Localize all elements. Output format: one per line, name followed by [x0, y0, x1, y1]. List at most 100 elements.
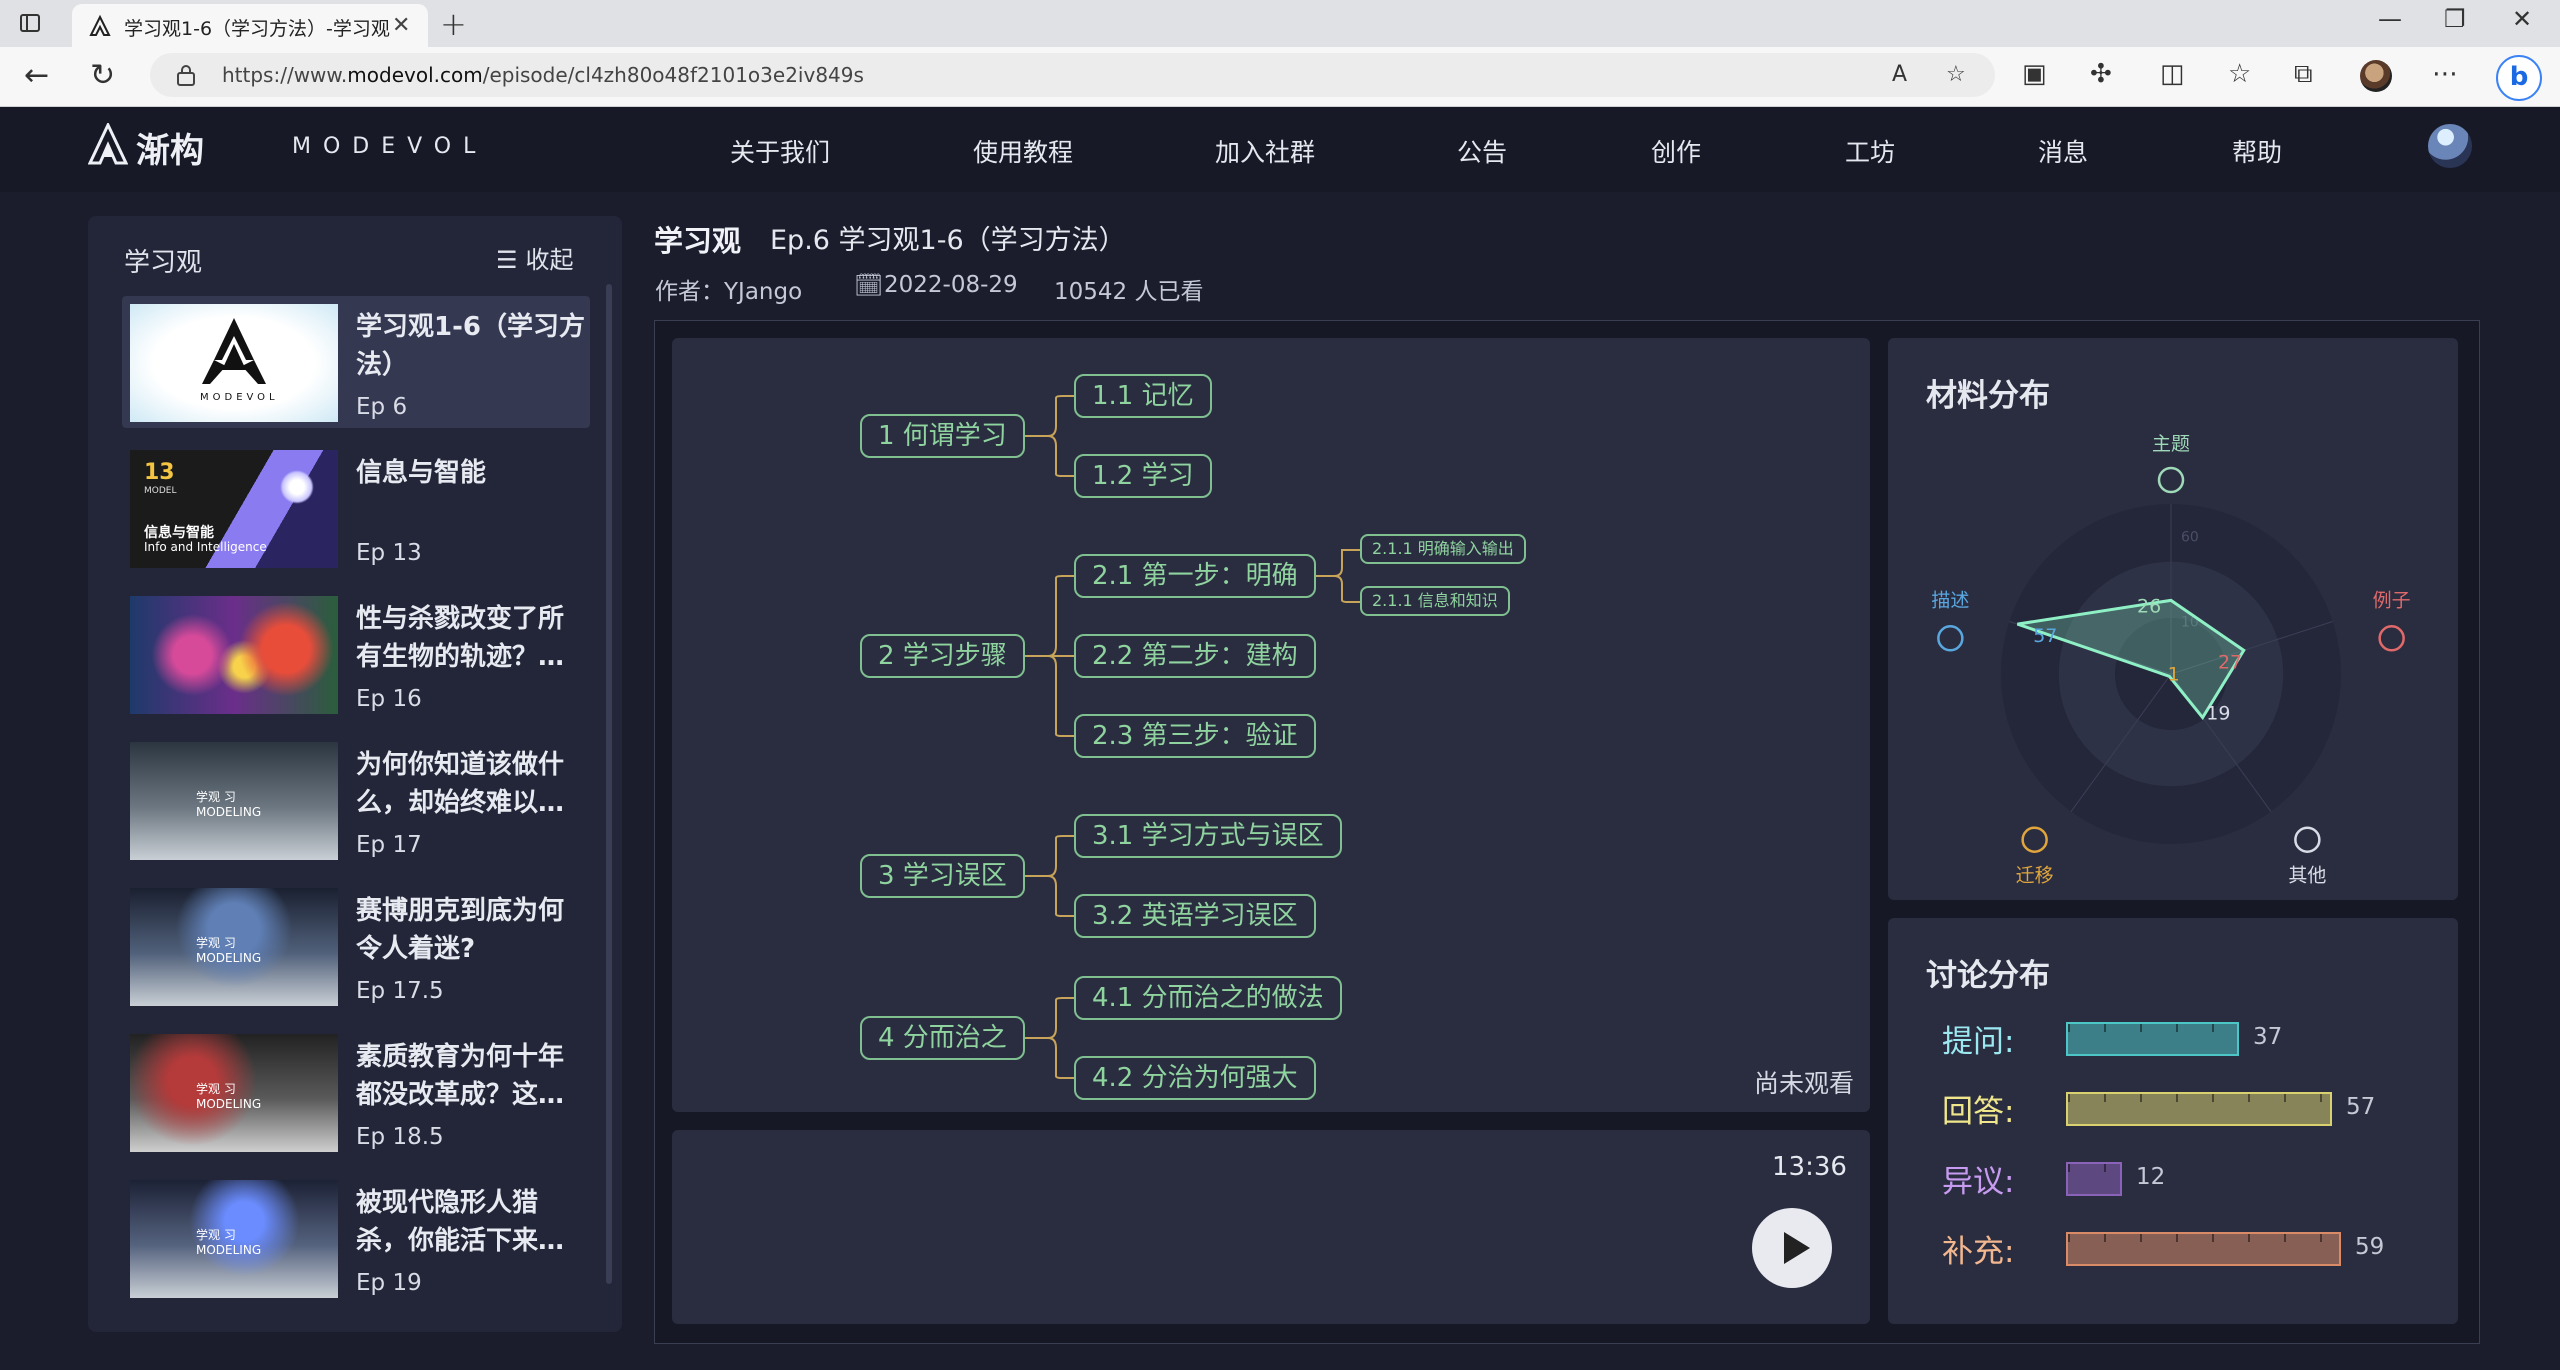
browser-profile-avatar[interactable] [2360, 60, 2392, 92]
radar-ring-label: 60 [2181, 529, 2199, 545]
episode-item-13[interactable]: 13 MODEL 信息与智能 Info and Intelligence 信息与… [122, 442, 590, 574]
mindmap-node-3[interactable]: 3 学习误区 [860, 854, 1025, 898]
transfer-icon [2021, 826, 2048, 853]
nav-workshop[interactable]: 工坊 [1845, 133, 1895, 169]
nav-tutorial[interactable]: 使用教程 [973, 133, 1073, 169]
episode-author: 作者：YJango [655, 279, 803, 305]
radar-axis-label: 其他 [2288, 865, 2326, 887]
episode-thumbnail [130, 596, 338, 714]
page-title: Ep.6 学习观1-6（学习方法） [770, 225, 1126, 256]
bing-copilot-icon[interactable]: b [2496, 55, 2542, 101]
new-tab-icon[interactable]: + [440, 5, 467, 43]
episode-item-18-5[interactable]: 学观 习MODELING 素质教育为何十年都没改革成？这… Ep 18.5 [122, 1026, 590, 1158]
user-avatar[interactable] [2428, 124, 2472, 168]
discussion-value: 12 [2136, 1164, 2166, 1190]
play-button[interactable] [1752, 1208, 1832, 1288]
discussion-label: 异议: [1942, 1164, 2015, 1200]
nav-community[interactable]: 加入社群 [1215, 133, 1315, 169]
lock-icon[interactable] [176, 63, 196, 87]
mindmap-node-2-3[interactable]: 2.3 第三步：验证 [1074, 714, 1316, 758]
episode-number: Ep 13 [356, 540, 422, 566]
blocks-icon [2378, 625, 2405, 652]
episode-number: Ep 17 [356, 832, 422, 858]
discussion-bar [2066, 1162, 2122, 1196]
episode-item-17[interactable]: 学观 习MODELING 为何你知道该做什么，却始终难以… Ep 17 [122, 734, 590, 866]
discussion-value: 59 [2355, 1234, 2385, 1260]
close-tab-icon[interactable]: ✕ [392, 13, 410, 38]
discussion-value: 37 [2253, 1024, 2283, 1050]
read-aloud-icon[interactable]: A [1892, 62, 1907, 87]
logo-cn-text[interactable]: 渐构 [136, 123, 204, 172]
nav-announcement[interactable]: 公告 [1457, 133, 1507, 169]
nav-help[interactable]: 帮助 [2232, 133, 2282, 169]
thumbnail-cn-title: 信息与智能 [144, 525, 214, 541]
tab-actions-icon[interactable] [18, 11, 42, 35]
mindmap-node-3-1[interactable]: 3.1 学习方式与误区 [1074, 814, 1342, 858]
mindmap-node-2-2[interactable]: 2.2 第二步：建构 [1074, 634, 1316, 678]
episode-item-6[interactable]: MODEVOL 学习观1-6（学习方法） Ep 6 [122, 296, 590, 428]
mindmap-node-1-2[interactable]: 1.2 学习 [1074, 454, 1212, 498]
mindmap-node-1-1[interactable]: 1.1 记忆 [1074, 374, 1212, 418]
mindmap-node-2-1-1a[interactable]: 2.1.1 明确输入输出 [1360, 534, 1526, 564]
video-duration: 13:36 [1772, 1152, 1847, 1182]
more-menu-icon[interactable]: ⋯ [2432, 59, 2458, 89]
thumbnail-number: 13 [144, 460, 175, 485]
url-field[interactable]: https://www.modevol.com/episode/cl4zh80o… [150, 53, 1995, 97]
site-favicon-icon [89, 14, 111, 36]
episode-item-16[interactable]: 性与杀戮改变了所有生物的轨迹？… Ep 16 [122, 588, 590, 720]
episode-number: Ep 19 [356, 1270, 422, 1296]
site-header: 渐构 MODEVOL 关于我们 使用教程 加入社群 公告 创作 工坊 消息 帮助 [0, 107, 2560, 192]
refresh-icon[interactable]: ↻ [90, 58, 115, 93]
puzzle-icon[interactable]: ✣ [2090, 59, 2112, 89]
radar-value-label: 27 [2218, 651, 2242, 673]
mindmap-node-2-1[interactable]: 2.1 第一步：明确 [1074, 554, 1316, 598]
tab-title: 学习观1-6（学习方法）-学习观 [124, 18, 390, 40]
mindmap-node-2-1-1b[interactable]: 2.1.1 信息和知识 [1360, 586, 1510, 616]
episode-thumbnail: 13 MODEL 信息与智能 Info and Intelligence [130, 450, 338, 568]
collections-icon[interactable]: ⧉ [2294, 59, 2313, 90]
discussion-label: 回答: [1942, 1094, 2015, 1130]
tag-icon [2157, 466, 2185, 494]
back-icon[interactable]: ← [24, 58, 49, 93]
episode-title: 素质教育为何十年都没改革成？这… [356, 1042, 565, 1110]
episode-thumbnail: 学观 习MODELING [130, 742, 338, 860]
split-screen-icon[interactable]: ◫ [2160, 59, 2185, 89]
logo-en-text[interactable]: MODEVOL [292, 134, 487, 159]
nav-about[interactable]: 关于我们 [730, 133, 830, 169]
thumbnail-series-text: 学观 习MODELING [196, 790, 262, 819]
radar-axis-label: 主题 [2152, 433, 2190, 455]
episode-thumbnail: MODEVOL [130, 304, 338, 422]
nav-messages[interactable]: 消息 [2038, 133, 2088, 169]
episode-number: Ep 17.5 [356, 978, 444, 1004]
radar-value-label: 19 [2206, 703, 2230, 725]
episode-number: Ep 6 [356, 394, 408, 420]
close-window-icon[interactable]: ✕ [2512, 5, 2532, 33]
episode-item-19[interactable]: 学观 习MODELING 被现代隐形人猎杀，你能活下来… Ep 19 [122, 1172, 590, 1300]
discussion-label: 提问: [1942, 1024, 2015, 1060]
mindmap-node-4-1[interactable]: 4.1 分而治之的做法 [1074, 976, 1342, 1020]
nav-create[interactable]: 创作 [1651, 133, 1701, 169]
favorite-star-icon[interactable]: ☆ [1946, 62, 1966, 87]
mindmap-node-3-2[interactable]: 3.2 英语学习误区 [1074, 894, 1316, 938]
mindmap-node-4-2[interactable]: 4.2 分治为何强大 [1074, 1056, 1316, 1100]
episode-thumbnail: 学观 习MODELING [130, 888, 338, 1006]
restore-icon[interactable]: ❐ [2444, 5, 2466, 33]
episode-list-panel: 学习观 ☰ 收起 MODEVOL 学习观1-6（学习方法） Ep 6 13 MOD… [88, 216, 622, 1332]
episode-title: 学习观1-6（学习方法） [356, 312, 585, 380]
minimize-icon[interactable]: — [2378, 5, 2402, 33]
favorites-icon[interactable]: ☆ [2228, 59, 2251, 89]
collapse-list-icon: ☰ [496, 246, 518, 274]
thumbnail-series-text: 学观 习MODELING [196, 936, 262, 965]
browser-tab[interactable]: 学习观1-6（学习方法）-学习观 ✕ [72, 4, 428, 47]
episode-views: 10542 人已看 [1054, 279, 1204, 305]
collapse-button[interactable]: ☰ 收起 [496, 240, 574, 275]
extension-icon[interactable]: ▣ [2022, 59, 2047, 89]
modevol-logo-icon[interactable] [88, 123, 128, 167]
episode-list-scrollbar[interactable] [606, 284, 612, 1284]
mindmap-node-1[interactable]: 1 何谓学习 [860, 414, 1025, 458]
episode-item-17-5[interactable]: 学观 习MODELING 赛博朋克到底为何令人着迷? Ep 17.5 [122, 880, 590, 1012]
episode-title: 为何你知道该做什么，却始终难以… [356, 750, 565, 818]
mindmap-node-4[interactable]: 4 分而治之 [860, 1016, 1025, 1060]
mindmap-node-2[interactable]: 2 学习步骤 [860, 634, 1025, 678]
material-distribution-panel: 材料分布 60 10 26 主题 27 例子 19 其他 1 迁移 57 描述 [1888, 338, 2458, 900]
